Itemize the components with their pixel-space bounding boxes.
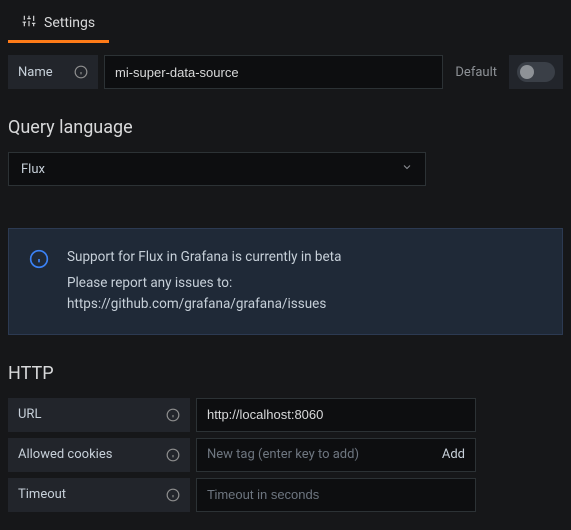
timeout-label: Timeout [8,478,190,512]
cookies-input[interactable]: New tag (enter key to add) Add [196,438,476,472]
select-value: Flux [21,162,45,177]
url-input[interactable] [196,398,476,432]
tab-bar: Settings [0,0,571,43]
default-label: Default [449,65,503,80]
info-icon[interactable] [166,488,180,502]
chevron-down-icon [401,161,413,177]
tag-placeholder: New tag (enter key to add) [207,447,359,462]
add-tag-button[interactable]: Add [442,447,465,462]
info-icon [29,249,49,273]
sliders-icon [22,14,36,32]
cookies-label: Allowed cookies [8,438,190,472]
section-http: HTTP [8,363,563,384]
info-icon[interactable] [166,448,180,462]
default-toggle[interactable] [517,62,555,82]
query-language-select[interactable]: Flux [8,152,426,186]
info-icon[interactable] [74,65,88,79]
timeout-input[interactable] [196,478,476,512]
name-input[interactable] [104,55,443,89]
flux-beta-info: Support for Flux in Grafana is currently… [8,228,563,335]
info-link[interactable]: https://github.com/grafana/grafana/issue… [67,294,341,316]
name-label: Name [8,55,98,89]
info-icon[interactable] [166,408,180,422]
info-line1: Please report any issues to: [67,273,341,295]
tab-label: Settings [44,15,95,31]
default-toggle-wrap [509,55,563,89]
section-query-language: Query language [8,117,563,138]
url-label: URL [8,398,190,432]
info-title: Support for Flux in Grafana is currently… [67,247,341,269]
tab-settings[interactable]: Settings [8,6,109,43]
